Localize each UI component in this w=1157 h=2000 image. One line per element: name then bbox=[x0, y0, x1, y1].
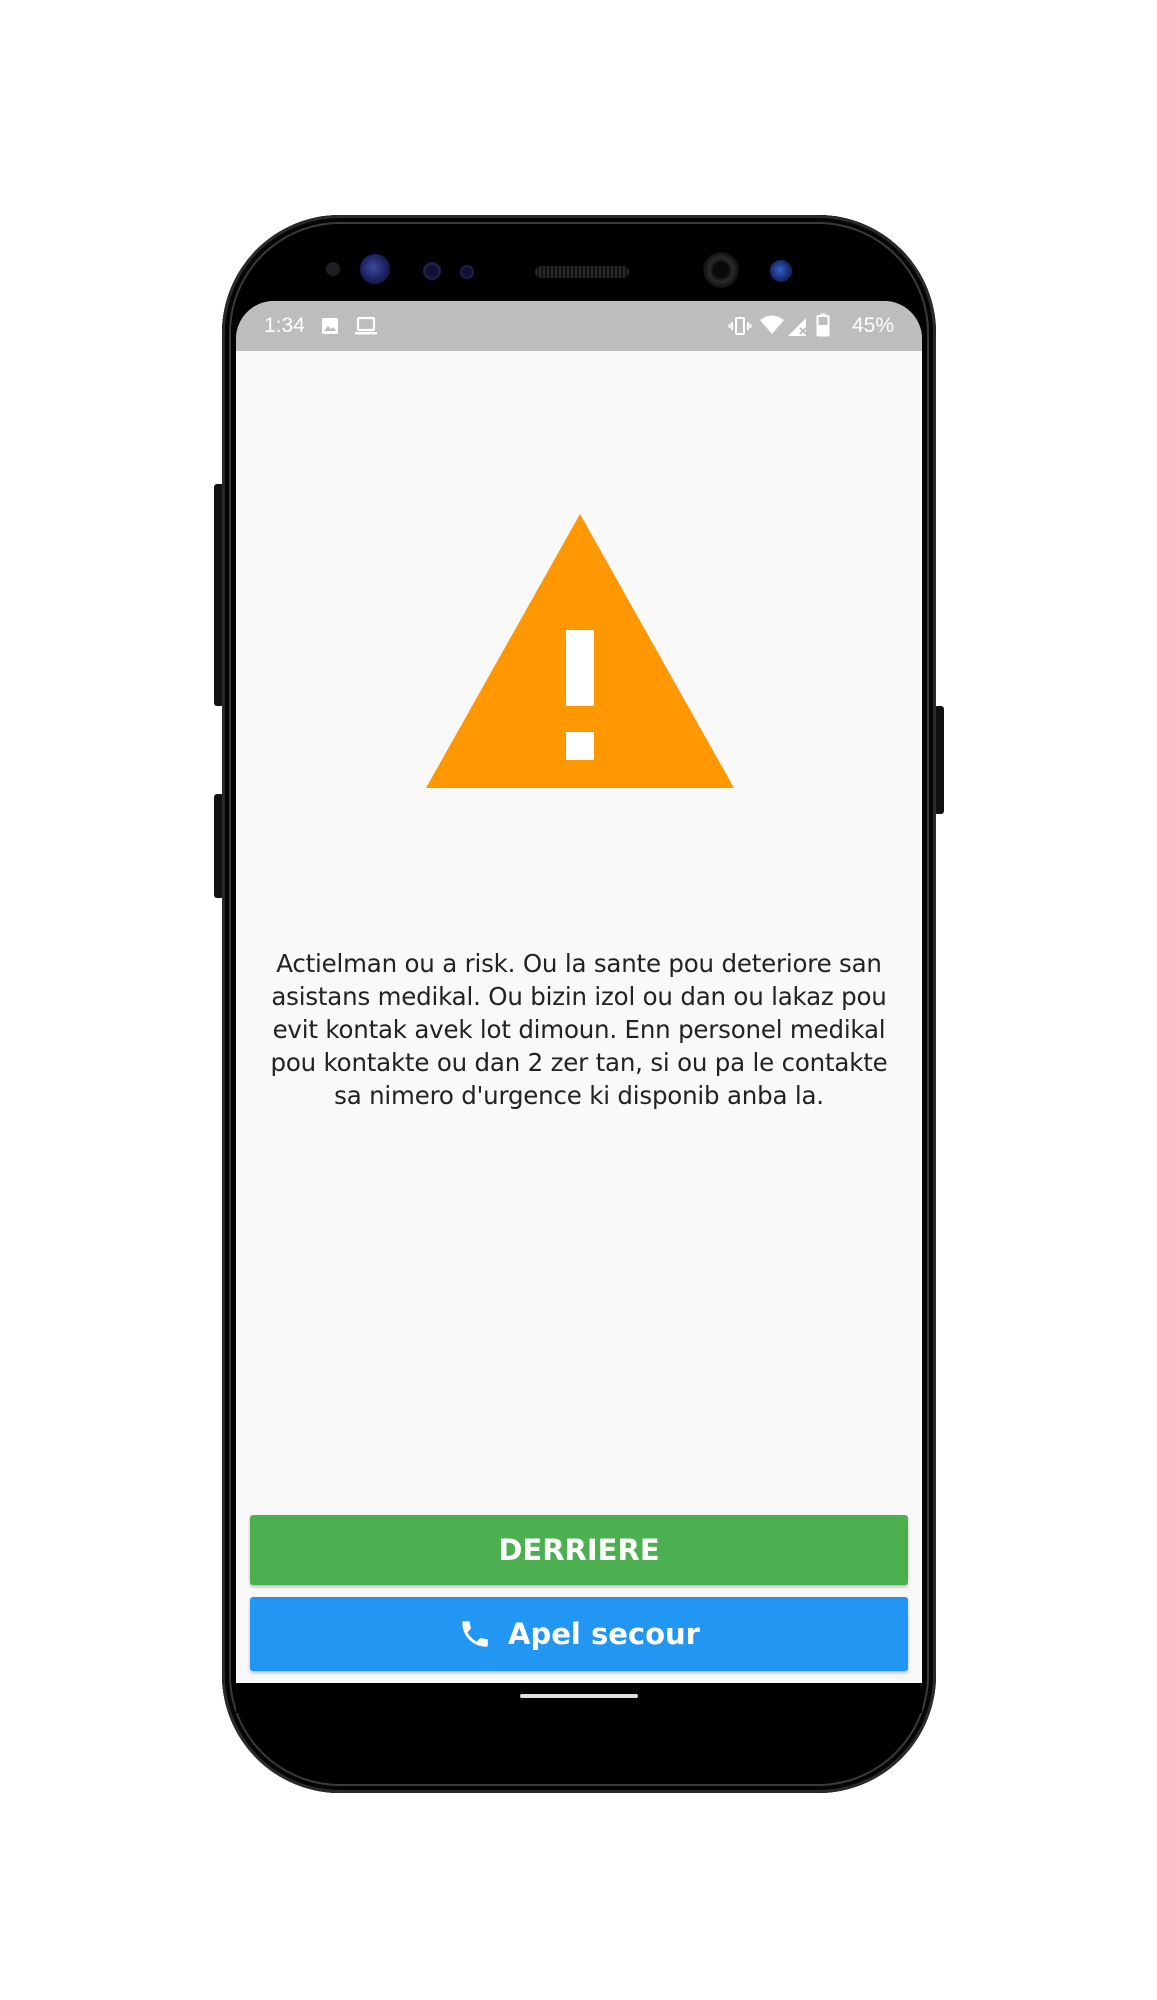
risk-message: Actielman ou a risk. Ou la sante pou det… bbox=[270, 949, 888, 1110]
app-screen: 1:34 45% Actielman ou a risk. Ou la sant… bbox=[236, 301, 922, 1683]
front-camera bbox=[703, 252, 739, 288]
status-bar: 1:34 45% bbox=[236, 301, 922, 351]
emergency-call-button[interactable]: Apel secour bbox=[250, 1597, 908, 1671]
emergency-call-label: Apel secour bbox=[508, 1617, 700, 1651]
image-icon bbox=[322, 318, 338, 334]
warning-triangle-icon bbox=[426, 514, 734, 788]
light-sensor-2 bbox=[460, 265, 474, 279]
home-gesture-bar[interactable] bbox=[520, 1694, 638, 1698]
vibrate-icon bbox=[728, 317, 752, 335]
earpiece-speaker bbox=[535, 266, 629, 278]
phone-icon bbox=[462, 1621, 488, 1647]
laptop-icon bbox=[355, 316, 377, 335]
iris-scanner bbox=[360, 254, 390, 284]
iris-led bbox=[770, 260, 792, 282]
proximity-sensor bbox=[326, 262, 340, 276]
page: 1:34 45% Actielman ou a risk. Ou la sant… bbox=[0, 0, 1157, 2000]
signal-icon bbox=[788, 318, 807, 336]
battery-percentage: 45% bbox=[851, 314, 894, 337]
back-button[interactable]: DERRIERE bbox=[250, 1515, 908, 1585]
status-time: 1:34 bbox=[264, 314, 305, 337]
light-sensor bbox=[423, 262, 441, 280]
navigation-bar bbox=[236, 1683, 922, 1713]
wifi-icon bbox=[760, 315, 784, 334]
battery-icon bbox=[816, 313, 830, 337]
back-button-label: DERRIERE bbox=[498, 1533, 660, 1567]
